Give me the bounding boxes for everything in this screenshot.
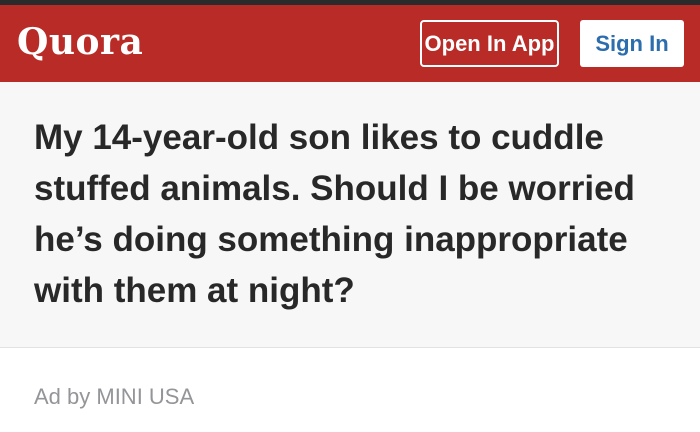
ad-headline-partial xyxy=(34,424,664,432)
question-section: My 14-year-old son likes to cuddle stuff… xyxy=(0,82,700,348)
quora-logo[interactable]: Quora xyxy=(17,20,143,64)
open-in-app-button[interactable]: Open In App xyxy=(420,20,559,67)
site-header: Quora Open In App Sign In xyxy=(0,5,700,82)
ad-label: Ad by MINI USA xyxy=(34,384,195,409)
question-title: My 14-year-old son likes to cuddle stuff… xyxy=(34,118,635,310)
sign-in-button[interactable]: Sign In xyxy=(580,20,684,67)
